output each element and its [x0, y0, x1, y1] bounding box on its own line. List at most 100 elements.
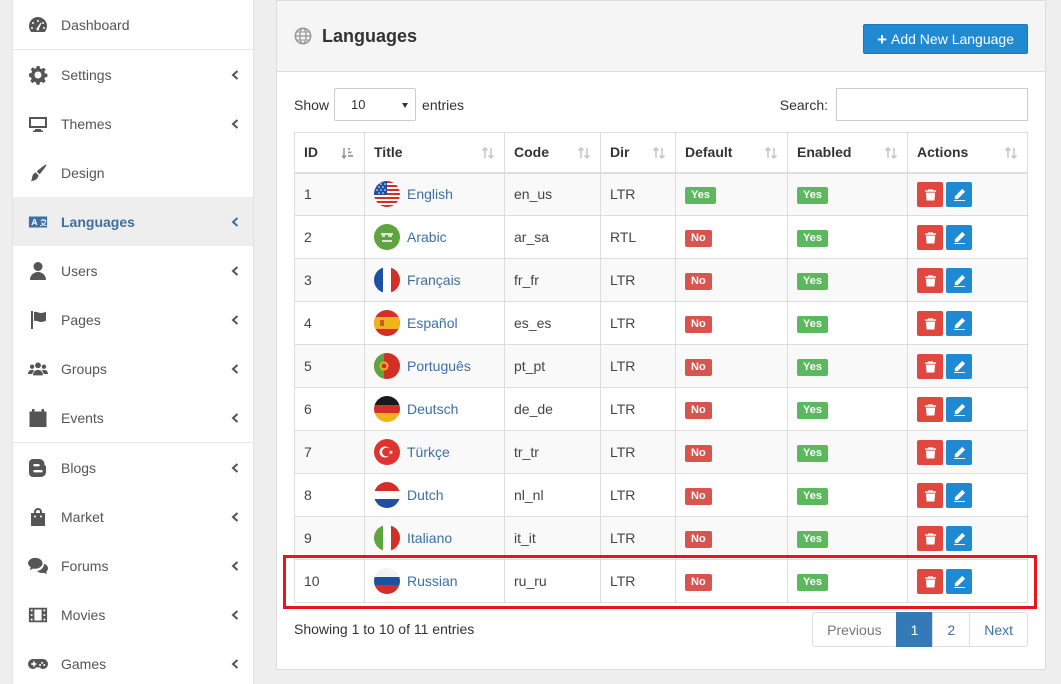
chevron-left-icon: [231, 560, 239, 571]
language-title-link[interactable]: Español: [407, 315, 458, 331]
sidebar-item-themes[interactable]: Themes: [13, 99, 253, 148]
sidebar-item-users[interactable]: Users: [13, 246, 253, 295]
sidebar-item-settings[interactable]: Settings: [13, 50, 253, 99]
table-controls: Show 10 entries Search:: [294, 88, 1028, 121]
column-header-actions[interactable]: Actions: [907, 132, 1028, 174]
column-header-enabled[interactable]: Enabled: [787, 132, 908, 174]
cell-default: No: [675, 516, 788, 560]
language-icon: [27, 211, 49, 233]
column-header-code[interactable]: Code: [504, 132, 601, 174]
sidebar-item-groups[interactable]: Groups: [13, 344, 253, 393]
cell-title: Dutch: [364, 473, 505, 517]
delete-button[interactable]: [917, 353, 943, 379]
sidebar-item-languages[interactable]: Languages: [13, 197, 253, 246]
edit-button[interactable]: [946, 396, 972, 422]
default-badge: No: [685, 487, 712, 505]
flag-us-icon: [374, 181, 400, 208]
edit-button[interactable]: [946, 568, 972, 594]
column-header-id[interactable]: ID: [294, 132, 365, 174]
sidebar-item-blogs[interactable]: Blogs: [13, 443, 253, 492]
pencil-icon: [953, 274, 966, 287]
pagination-previous[interactable]: Previous: [812, 612, 897, 647]
language-title-link[interactable]: Italiano: [407, 530, 452, 546]
sort-icon: [652, 146, 666, 160]
add-new-language-button[interactable]: + Add New Language: [863, 24, 1028, 54]
cell-default: No: [675, 258, 788, 302]
cell-default: No: [675, 430, 788, 474]
language-title-link[interactable]: Türkçe: [407, 444, 450, 460]
delete-button[interactable]: [917, 482, 943, 508]
edit-button[interactable]: [946, 525, 972, 551]
delete-button[interactable]: [917, 267, 943, 293]
language-title-link[interactable]: Français: [407, 272, 461, 288]
column-header-dir[interactable]: Dir: [600, 132, 676, 174]
action-buttons: [917, 224, 1018, 250]
sidebar-item-movies[interactable]: Movies: [13, 590, 253, 639]
column-header-title[interactable]: Title: [364, 132, 505, 174]
chevron-left-icon: [231, 118, 239, 129]
pencil-icon: [953, 489, 966, 502]
flag-ru-icon: [374, 568, 400, 594]
title-wrap: Russian: [374, 568, 495, 594]
delete-button[interactable]: [917, 310, 943, 336]
search-input[interactable]: [836, 88, 1028, 121]
sidebar-item-design[interactable]: Design: [13, 148, 253, 197]
sidebar-item-market[interactable]: Market: [13, 492, 253, 541]
table-row: 8 Dutch nl_nl LTR No Yes: [294, 473, 1028, 517]
cell-code: ar_sa: [504, 215, 601, 259]
edit-button[interactable]: [946, 353, 972, 379]
cell-code: nl_nl: [504, 473, 601, 517]
sidebar-item-label: Dashboard: [61, 16, 130, 33]
cell-id: 8: [294, 473, 365, 517]
sidebar-item-forums[interactable]: Forums: [13, 541, 253, 590]
edit-button[interactable]: [946, 439, 972, 465]
delete-button[interactable]: [917, 439, 943, 465]
language-title-link[interactable]: Russian: [407, 573, 458, 589]
page-size-value: 10: [351, 97, 366, 112]
table-row: 4 Español es_es LTR No Yes: [294, 301, 1028, 345]
pagination-2[interactable]: 2: [932, 612, 971, 647]
trash-icon: [924, 446, 937, 459]
sidebar-item-dashboard[interactable]: Dashboard: [13, 0, 253, 49]
edit-button[interactable]: [946, 181, 972, 207]
comments-icon: [27, 555, 49, 577]
sidebar-item-pages[interactable]: Pages: [13, 295, 253, 344]
delete-button[interactable]: [917, 224, 943, 250]
delete-button[interactable]: [917, 525, 943, 551]
column-header-default[interactable]: Default: [675, 132, 788, 174]
table-row: 1 English en_us LTR Yes Yes: [294, 172, 1028, 216]
cell-enabled: Yes: [787, 387, 908, 431]
sidebar-item-games[interactable]: Games: [13, 639, 253, 684]
language-title-link[interactable]: Português: [407, 358, 471, 374]
cell-enabled: Yes: [787, 559, 908, 603]
language-title-link[interactable]: Dutch: [407, 487, 444, 503]
language-title-link[interactable]: Deutsch: [407, 401, 458, 417]
cell-default: No: [675, 301, 788, 345]
sidebar-item-events[interactable]: Events: [13, 393, 253, 442]
delete-button[interactable]: [917, 396, 943, 422]
chevron-left-icon: [231, 314, 239, 325]
cell-actions: [907, 344, 1028, 388]
cell-dir: LTR: [600, 301, 676, 345]
table-row: 3 Français fr_fr LTR No Yes: [294, 258, 1028, 302]
edit-button[interactable]: [946, 267, 972, 293]
cell-default: No: [675, 344, 788, 388]
sidebar: Dashboard Settings Themes Design Languages Us…: [12, 0, 254, 684]
pagination-next[interactable]: Next: [969, 612, 1028, 647]
edit-button[interactable]: [946, 482, 972, 508]
delete-button[interactable]: [917, 568, 943, 594]
edit-button[interactable]: [946, 310, 972, 336]
language-title-link[interactable]: English: [407, 186, 453, 202]
trash-icon: [924, 188, 937, 201]
cell-actions: [907, 258, 1028, 302]
edit-button[interactable]: [946, 224, 972, 250]
delete-button[interactable]: [917, 181, 943, 207]
flag-es-icon: [374, 310, 400, 336]
language-title-link[interactable]: Arabic: [407, 229, 447, 245]
action-buttons: [917, 525, 1018, 551]
cell-actions: [907, 559, 1028, 603]
page-size-select[interactable]: 10: [334, 88, 417, 121]
pagination-1[interactable]: 1: [895, 612, 934, 647]
action-buttons: [917, 353, 1018, 379]
pagination: Previous 1 2 Next: [812, 612, 1028, 647]
